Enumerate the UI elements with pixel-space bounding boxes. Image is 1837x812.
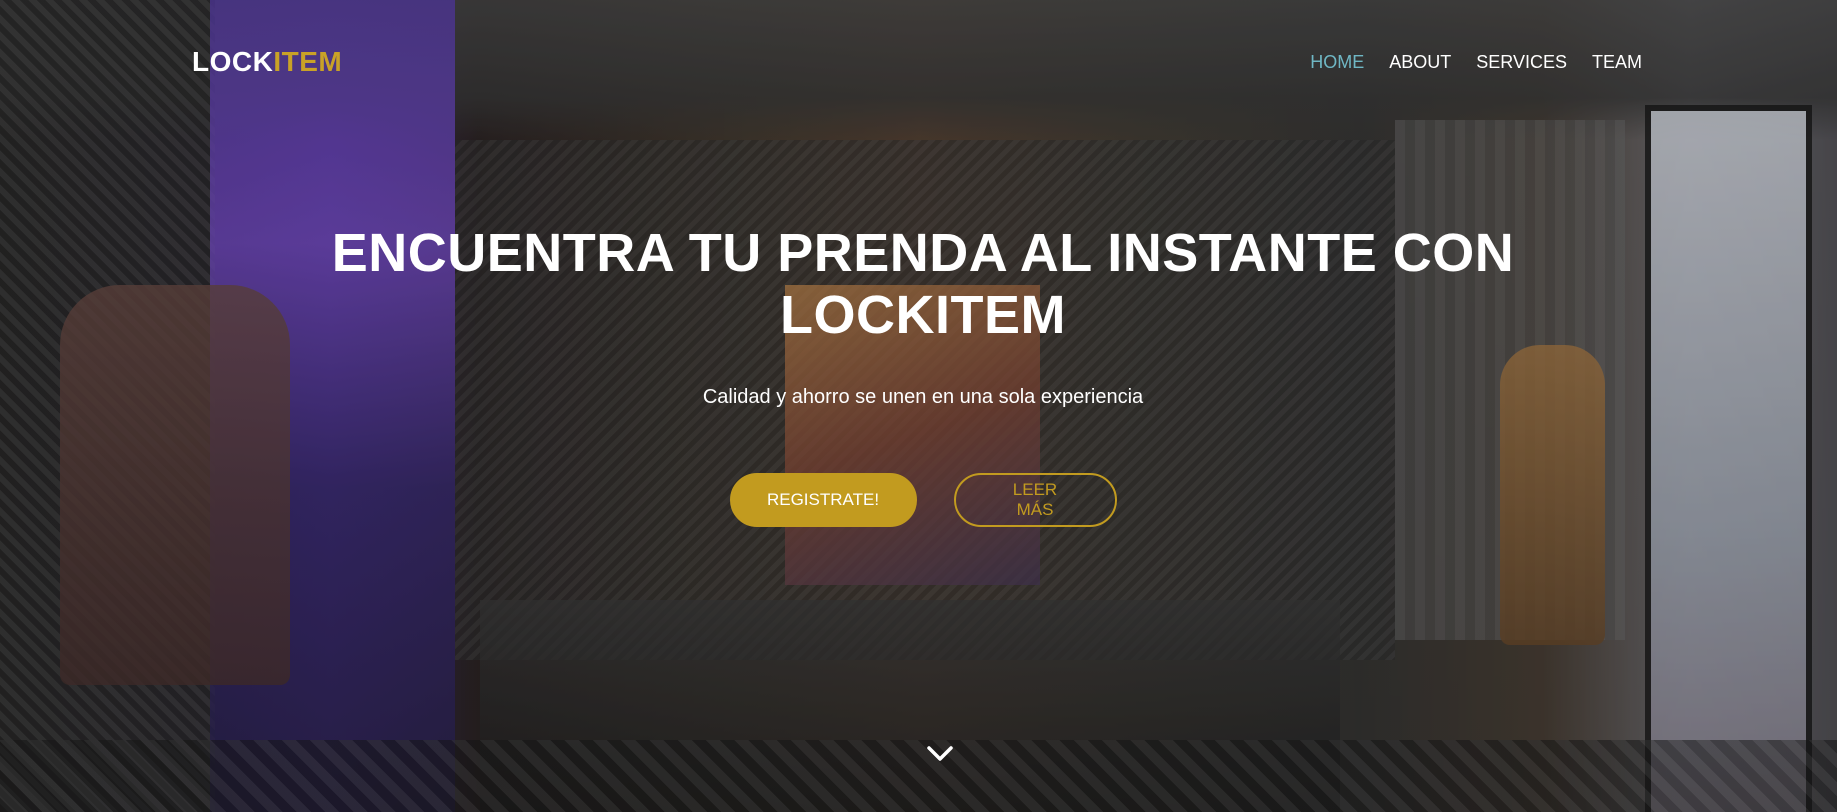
logo-text-primary: LOCK (192, 46, 274, 77)
site-logo[interactable]: LOCKITEM (192, 46, 342, 78)
hero-subtitle: Calidad y ahorro se unen en una sola exp… (702, 386, 1144, 408)
nav-item-about[interactable]: ABOUT (1389, 52, 1451, 73)
hero-buttons: REGISTRATE! LEER MÁS (0, 473, 1837, 527)
nav-item-services[interactable]: SERVICES (1476, 52, 1567, 73)
main-nav: HOME ABOUT SERVICES TEAM (1310, 52, 1642, 73)
read-more-button[interactable]: LEER MÁS (953, 473, 1117, 527)
chevron-down-icon[interactable] (925, 742, 955, 766)
hero-title: ENCUENTRA TU PRENDA AL INSTANTE CON LOCK… (331, 223, 1515, 345)
nav-item-team[interactable]: TEAM (1592, 52, 1642, 73)
hero-content: ENCUENTRA TU PRENDA AL INSTANTE CON LOCK… (0, 222, 1837, 527)
register-button[interactable]: REGISTRATE! (729, 473, 917, 527)
hero-section: LOCKITEM HOME ABOUT SERVICES TEAM ENCUEN… (0, 0, 1837, 812)
nav-item-home[interactable]: HOME (1310, 52, 1364, 73)
logo-text-accent: ITEM (273, 46, 343, 77)
